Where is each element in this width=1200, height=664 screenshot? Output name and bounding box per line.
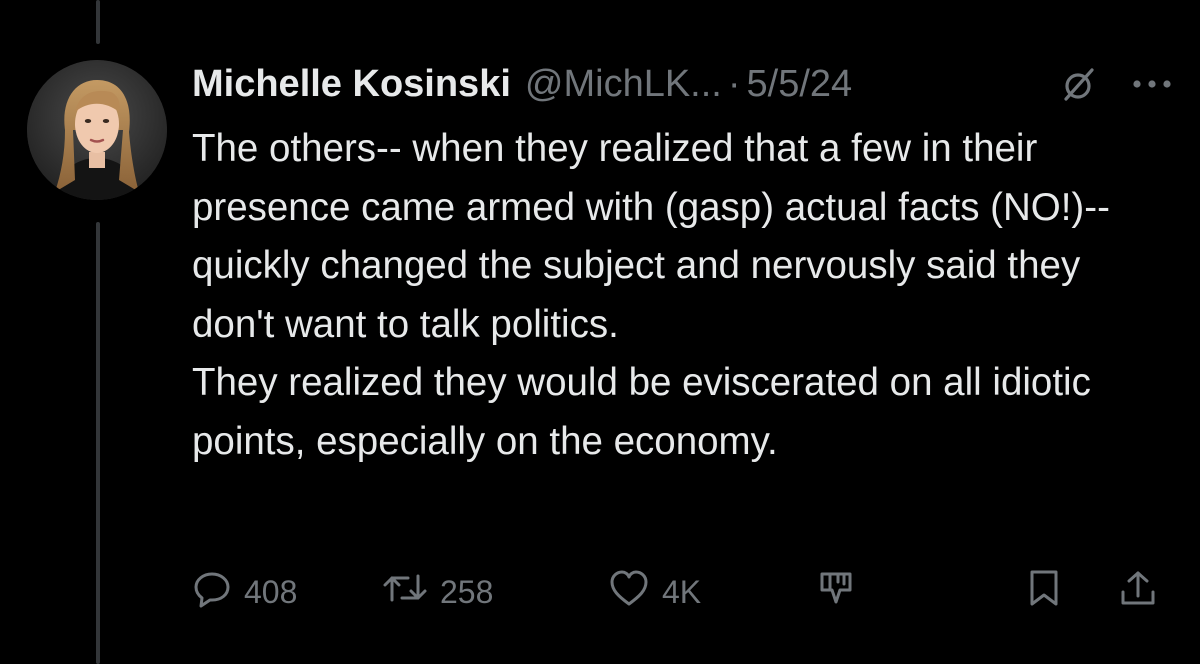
header-separator: ·	[727, 62, 741, 105]
share-icon	[1118, 568, 1158, 616]
tweet-header: Michelle Kosinski @MichLK... · 5/5/24	[192, 58, 852, 110]
author-name[interactable]: Michelle Kosinski	[192, 63, 511, 106]
tweet-paragraph: The others-- when they realized that a f…	[192, 127, 1110, 346]
like-count: 4K	[662, 573, 702, 610]
thread-line-top	[96, 0, 100, 44]
repost-count: 258	[440, 573, 494, 610]
repost-icon	[382, 568, 428, 616]
grok-icon	[816, 568, 856, 616]
action-bar: 408 258 4K	[192, 566, 1172, 618]
more-options-icon[interactable]	[1132, 78, 1172, 90]
like-button[interactable]: 4K	[608, 566, 701, 618]
tweet-text: The others-- when they realized that a f…	[192, 120, 1172, 471]
author-handle[interactable]: @MichLK...	[525, 63, 722, 106]
reply-button[interactable]: 408	[192, 566, 297, 618]
tweet-date[interactable]: 5/5/24	[747, 63, 853, 106]
like-icon	[608, 568, 650, 616]
share-button[interactable]	[1118, 566, 1158, 618]
thread-line-bottom	[96, 222, 100, 664]
repost-button[interactable]: 258	[382, 566, 493, 618]
bookmark-button[interactable]	[1026, 566, 1062, 618]
bookmark-icon	[1026, 568, 1062, 616]
reply-count: 408	[244, 573, 298, 610]
grok-icon[interactable]	[1060, 65, 1098, 103]
grok-button[interactable]	[816, 566, 856, 618]
avatar-image	[27, 60, 167, 200]
reply-icon	[192, 568, 232, 616]
header-icons	[1060, 62, 1172, 106]
tweet-paragraph: They realized they would be eviscerated …	[192, 361, 1091, 463]
avatar[interactable]	[27, 60, 167, 200]
